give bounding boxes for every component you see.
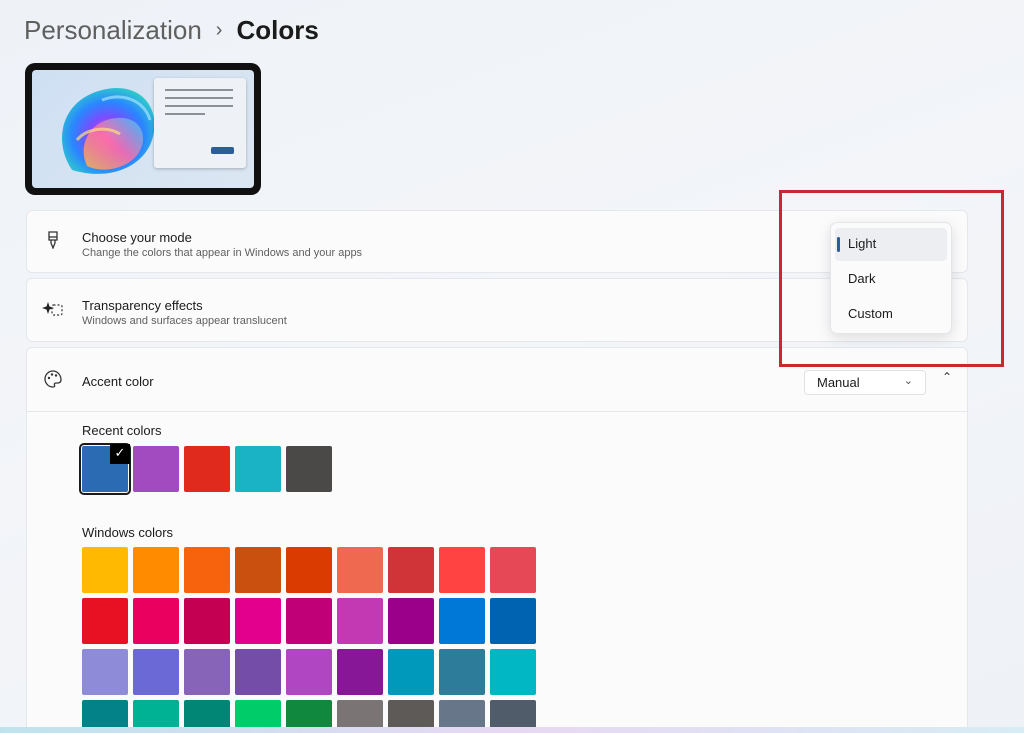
preview-button xyxy=(211,147,234,154)
recent-color-swatch[interactable] xyxy=(133,446,179,492)
breadcrumb-personalization[interactable]: Personalization xyxy=(24,14,202,46)
windows-color-swatch[interactable] xyxy=(82,547,128,593)
recent-colors-grid: ✓ xyxy=(79,443,332,495)
accent-mode-select[interactable]: Manual ⌄ xyxy=(804,370,926,395)
recent-color-swatch[interactable] xyxy=(184,446,230,492)
windows-colors-label: Windows colors xyxy=(82,525,174,540)
windows-color-swatch[interactable] xyxy=(388,598,434,644)
windows-color-swatch[interactable] xyxy=(337,547,383,593)
theme-preview xyxy=(25,63,261,195)
windows-color-swatch[interactable] xyxy=(337,598,383,644)
windows-color-swatch[interactable] xyxy=(235,649,281,695)
annotation-highlight-box xyxy=(779,190,1004,367)
windows-color-swatch[interactable] xyxy=(235,547,281,593)
mode-subtitle: Change the colors that appear in Windows… xyxy=(82,247,363,259)
windows-color-swatch[interactable] xyxy=(184,649,230,695)
windows-color-swatch[interactable] xyxy=(490,547,536,593)
windows-color-swatch[interactable] xyxy=(490,649,536,695)
check-icon: ✓ xyxy=(110,444,130,464)
windows-color-swatch[interactable] xyxy=(439,598,485,644)
accent-card: Accent color Manual ⌄ ⌃ Recent colors ✓ … xyxy=(26,347,968,733)
windows-color-swatch[interactable] xyxy=(490,598,536,644)
windows-color-swatch[interactable] xyxy=(286,649,332,695)
windows-color-swatch[interactable] xyxy=(235,598,281,644)
page-title: Colors xyxy=(236,15,319,45)
windows-color-swatch[interactable] xyxy=(439,547,485,593)
transparency-subtitle: Windows and surfaces appear translucent xyxy=(82,315,287,327)
windows-color-swatch[interactable] xyxy=(337,649,383,695)
palette-icon xyxy=(42,369,64,391)
transparency-title: Transparency effects xyxy=(82,298,203,313)
recent-colors-label: Recent colors xyxy=(82,423,162,438)
transparency-sparkle-icon xyxy=(42,300,64,322)
chevron-down-icon: ⌄ xyxy=(903,375,913,387)
accent-title: Accent color xyxy=(82,374,154,389)
windows-color-swatch[interactable] xyxy=(184,547,230,593)
windows-color-swatch[interactable] xyxy=(286,547,332,593)
preview-window xyxy=(154,78,246,168)
windows-color-swatch[interactable] xyxy=(133,649,179,695)
breadcrumb-separator-icon: › xyxy=(215,19,223,41)
windows-color-swatch[interactable] xyxy=(82,598,128,644)
windows-color-swatch[interactable] xyxy=(82,649,128,695)
windows-color-swatch[interactable] xyxy=(388,547,434,593)
windows-color-swatch[interactable] xyxy=(286,598,332,644)
brush-icon xyxy=(42,231,64,253)
preview-desktop xyxy=(32,70,254,188)
windows-color-swatch[interactable] xyxy=(184,598,230,644)
windows-color-swatch[interactable] xyxy=(439,649,485,695)
recent-color-swatch[interactable] xyxy=(286,446,332,492)
windows-colors-grid xyxy=(82,547,536,733)
recent-color-swatch[interactable]: ✓ xyxy=(79,443,131,495)
chevron-up-icon[interactable]: ⌃ xyxy=(938,370,956,388)
breadcrumb: Personalization › Colors xyxy=(24,14,319,46)
windows-color-swatch[interactable] xyxy=(388,649,434,695)
recent-color-swatch[interactable] xyxy=(235,446,281,492)
windows-color-swatch[interactable] xyxy=(133,598,179,644)
accent-mode-value: Manual xyxy=(817,375,860,390)
mode-title: Choose your mode xyxy=(82,230,192,245)
bottom-glow xyxy=(0,727,1024,733)
windows-color-swatch[interactable] xyxy=(133,547,179,593)
